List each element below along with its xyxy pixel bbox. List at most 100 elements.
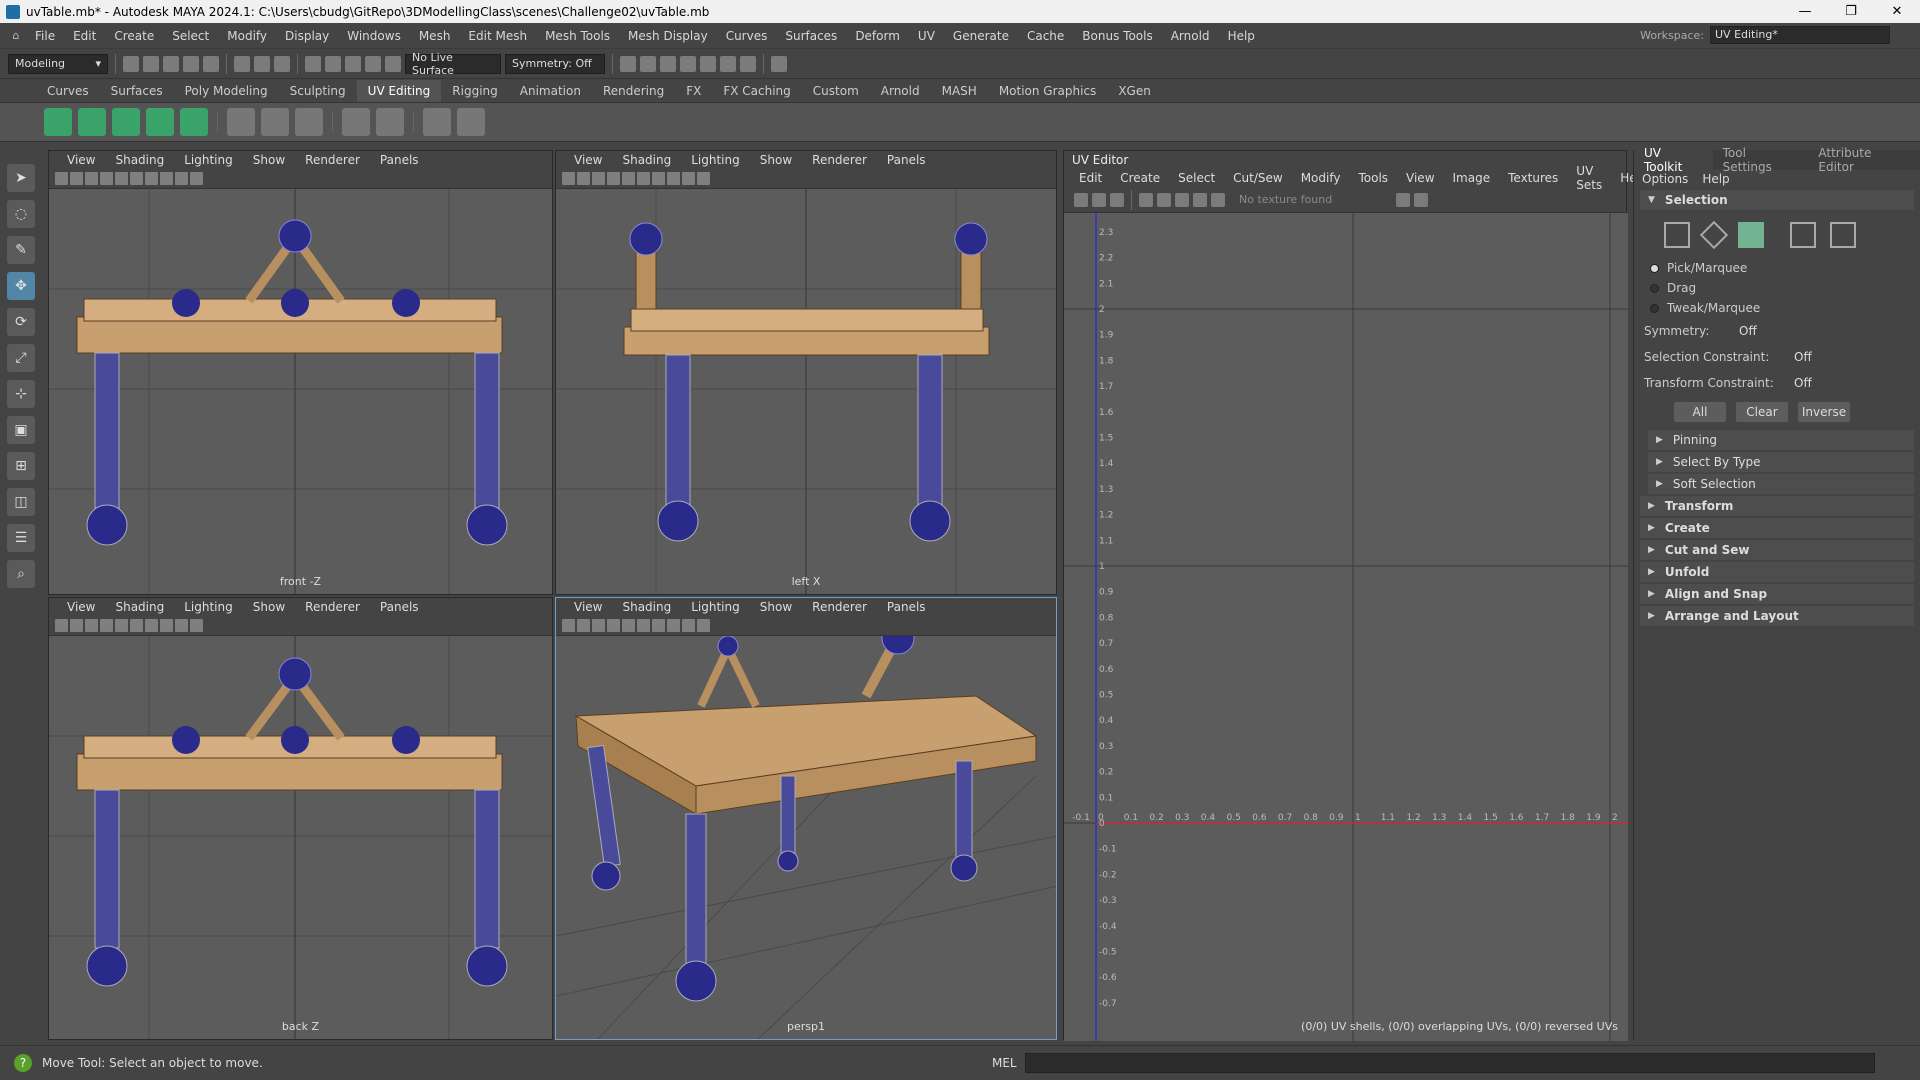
menu-mesh-display[interactable]: Mesh Display: [619, 29, 717, 43]
vp-menu-renderer[interactable]: Renderer: [802, 153, 877, 167]
vp-menu-show[interactable]: Show: [750, 153, 802, 167]
uv-grid-icon[interactable]: [1175, 192, 1189, 207]
four-pane-icon[interactable]: ⊞: [7, 452, 35, 480]
redo-icon[interactable]: [203, 55, 219, 72]
vp-menu-renderer[interactable]: Renderer: [295, 153, 370, 167]
uv-checker-icon[interactable]: [1211, 192, 1225, 207]
textured-icon[interactable]: [100, 172, 113, 185]
uv-exposure-icon[interactable]: [1396, 192, 1411, 207]
layout-icon[interactable]: [457, 108, 485, 136]
vp-menu-lighting[interactable]: Lighting: [174, 600, 243, 614]
section-arrange-and-layout[interactable]: ▶ Arrange and Layout: [1640, 606, 1914, 626]
vp-menu-shading[interactable]: Shading: [105, 153, 174, 167]
render-view-icon[interactable]: [620, 55, 636, 72]
shelf-tab-surfaces[interactable]: Surfaces: [100, 80, 174, 102]
pause-icon[interactable]: [740, 55, 756, 72]
uv-menu-uv-sets[interactable]: UV Sets: [1567, 164, 1611, 192]
symmetry-dropdown[interactable]: Symmetry: Off: [505, 53, 605, 74]
uv-mode-icon[interactable]: [1790, 222, 1816, 248]
camera-icon[interactable]: [562, 172, 575, 185]
spherical-map-icon[interactable]: [112, 108, 140, 136]
optimize-icon[interactable]: [376, 108, 404, 136]
viewport-persp[interactable]: View Shading Lighting Show Renderer Pane…: [555, 597, 1057, 1040]
vp-menu-shading[interactable]: Shading: [612, 600, 681, 614]
paint-select-icon[interactable]: ✎: [7, 236, 35, 264]
shadows-icon[interactable]: [637, 172, 650, 185]
table-model[interactable]: [76, 657, 508, 987]
vp-menu-view[interactable]: View: [564, 600, 612, 614]
snap-view-plane-icon[interactable]: [365, 55, 381, 72]
menu-curves[interactable]: Curves: [717, 29, 777, 43]
menu-edit-mesh[interactable]: Edit Mesh: [459, 29, 536, 43]
shaded-icon[interactable]: [592, 619, 605, 632]
command-input[interactable]: [1025, 1053, 1875, 1073]
menu-cache[interactable]: Cache: [1018, 29, 1073, 43]
shelf-tab-motion-graphics[interactable]: Motion Graphics: [988, 80, 1108, 102]
mel-label[interactable]: MEL: [992, 1056, 1017, 1070]
uv-frame-icon[interactable]: [1074, 192, 1088, 207]
vp-menu-renderer[interactable]: Renderer: [295, 600, 370, 614]
camera-icon[interactable]: [55, 172, 68, 185]
close-button[interactable]: ✕: [1874, 0, 1920, 23]
vp-menu-lighting[interactable]: Lighting: [681, 600, 750, 614]
uv-dim-icon[interactable]: [1110, 192, 1124, 207]
grid-icon[interactable]: [652, 619, 665, 632]
vp-menu-renderer[interactable]: Renderer: [802, 600, 877, 614]
viewport-back[interactable]: View Shading Lighting Show Renderer Pane…: [48, 597, 553, 1040]
radio-tweak-marquee[interactable]: Tweak/Marquee: [1634, 298, 1920, 318]
menu-mesh[interactable]: Mesh: [410, 29, 460, 43]
toolkit-menu-help[interactable]: Help: [1702, 172, 1729, 186]
shelf-tab-sculpting[interactable]: Sculpting: [279, 80, 357, 102]
cylindrical-map-icon[interactable]: [78, 108, 106, 136]
radio-pick-marquee[interactable]: Pick/Marquee: [1634, 258, 1920, 278]
uv-gamma-icon[interactable]: [1414, 192, 1429, 207]
radio-drag[interactable]: Drag: [1634, 278, 1920, 298]
tab-attribute-editor[interactable]: Attribute Editor: [1808, 146, 1920, 174]
symmetry-dropdown[interactable]: Off: [1739, 324, 1757, 338]
arnold-render-icon[interactable]: [720, 55, 736, 72]
textured-icon[interactable]: [607, 619, 620, 632]
lights-icon[interactable]: [622, 619, 635, 632]
vp-menu-show[interactable]: Show: [243, 153, 295, 167]
isolate-icon[interactable]: [697, 172, 710, 185]
search-icon[interactable]: ⌕: [7, 560, 35, 588]
uv-menu-tools[interactable]: Tools: [1349, 171, 1397, 185]
subsection-select-by-type[interactable]: ▶ Select By Type: [1648, 452, 1914, 472]
vp-menu-show[interactable]: Show: [750, 600, 802, 614]
vp-menu-view[interactable]: View: [564, 153, 612, 167]
select-hierarchy-icon[interactable]: [234, 55, 250, 72]
wireframe-icon[interactable]: [70, 172, 83, 185]
two-pane-icon[interactable]: ◫: [7, 488, 35, 516]
menu-mesh-tools[interactable]: Mesh Tools: [536, 29, 619, 43]
snap-grid-icon[interactable]: [305, 55, 321, 72]
uv-menu-edit[interactable]: Edit: [1070, 171, 1111, 185]
menu-generate[interactable]: Generate: [944, 29, 1018, 43]
uv-menu-select[interactable]: Select: [1169, 171, 1224, 185]
uv-menu-cut-sew[interactable]: Cut/Sew: [1224, 171, 1292, 185]
uv-grid-canvas[interactable]: -0.1 0 0.1 0.2 0.3 0.4 0.5 0.6 0.7 0.8 0.9 1 1.1 1.2 1…: [1064, 213, 1628, 1041]
vertex-mode-icon[interactable]: [1664, 222, 1690, 248]
shelf-tab-rendering[interactable]: Rendering: [592, 80, 675, 102]
wireframe-icon[interactable]: [577, 619, 590, 632]
uv-menu-image[interactable]: Image: [1444, 171, 1500, 185]
shaded-icon[interactable]: [85, 172, 98, 185]
automatic-map-icon[interactable]: [146, 108, 174, 136]
select-object-icon[interactable]: [254, 55, 270, 72]
transform-constraint-dropdown[interactable]: Off: [1794, 376, 1812, 390]
uv-shaded-icon[interactable]: [1139, 192, 1153, 207]
shadows-icon[interactable]: [637, 619, 650, 632]
viewport-left[interactable]: View Shading Lighting Show Renderer Pane…: [555, 150, 1057, 595]
menu-create[interactable]: Create: [105, 29, 163, 43]
home-icon[interactable]: ⌂: [6, 29, 26, 42]
isolate-icon[interactable]: [697, 619, 710, 632]
grid-icon[interactable]: [145, 619, 158, 632]
maximize-button[interactable]: ❐: [1828, 0, 1874, 23]
vp-menu-shading[interactable]: Shading: [612, 153, 681, 167]
shaded-icon[interactable]: [85, 619, 98, 632]
section-unfold[interactable]: ▶ Unfold: [1640, 562, 1914, 582]
camera-icon[interactable]: [562, 619, 575, 632]
menu-arnold[interactable]: Arnold: [1162, 29, 1219, 43]
select-component-icon[interactable]: [274, 55, 290, 72]
lights-icon[interactable]: [115, 172, 128, 185]
toolkit-menu-options[interactable]: Options: [1642, 172, 1688, 186]
